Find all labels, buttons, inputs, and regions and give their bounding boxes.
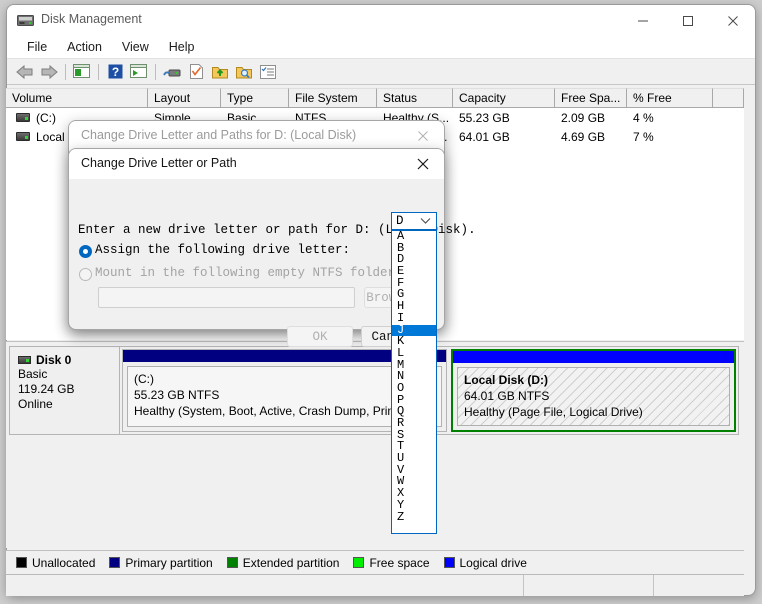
legend-swatch [226,557,238,568]
assign-drive-letter-label: Assign the following drive letter: [95,243,351,257]
menu-view[interactable]: View [112,39,159,56]
rescan-disks-icon[interactable] [160,61,184,83]
folder-search-icon[interactable] [232,61,256,83]
disk-map-pane: Disk 0 Basic 119.24 GB Online (C:) 55.23… [6,341,744,548]
screen-root: Disk Management File Action View Help ? … [0,0,762,604]
column-header-blank[interactable] [713,88,744,107]
dialog-title: Change Drive Letter or Path [81,156,237,170]
forward-arrow-icon[interactable] [37,61,61,83]
status-pane-2 [524,575,654,596]
window-titlebar: Disk Management [7,5,755,37]
legend-item-primary-partition: Primary partition [109,555,213,570]
minimize-button[interactable] [620,5,665,37]
folder-upload-icon[interactable] [208,61,232,83]
status-pane-3 [654,575,744,596]
drive-letter-value: D [396,214,404,228]
disk-management-icon [17,13,34,28]
help-icon[interactable]: ? [103,61,127,83]
disk-type: Basic [18,367,48,381]
legend-swatch [353,557,365,568]
close-button[interactable] [710,5,755,37]
disk-size: 119.24 GB [18,382,75,396]
partition-status: Healthy (Page File, Logical Drive) [464,405,643,419]
status-pane-1 [6,575,524,596]
disk-info-panel[interactable]: Disk 0 Basic 119.24 GB Online [9,346,119,435]
volume-icon [16,132,30,141]
show-hide-action-pane-icon[interactable] [127,61,151,83]
mount-ntfs-folder-label: Mount in the following empty NTFS folder… [95,266,403,280]
mount-path-input[interactable] [98,287,355,308]
partition-label: Local Disk (D:) [464,373,549,387]
legend-item-unallocated: Unallocated [16,556,95,570]
dialog-close-icon[interactable] [402,149,444,179]
disk-name: Disk 0 [36,353,72,367]
chevron-down-icon [420,215,431,229]
legend-item-logical-drive: Logical drive [443,555,527,570]
legend-swatch [109,557,121,568]
toolbar-separator [65,63,66,80]
menu-help[interactable]: Help [159,39,205,56]
cell-percent-free: 7 % [633,129,654,144]
legend-label: Logical drive [459,555,527,570]
disk-header: Disk 0 [18,353,119,367]
disk-icon [18,356,31,364]
menu-file[interactable]: File [17,39,57,56]
action-list-icon[interactable] [256,61,280,83]
mount-ntfs-folder-radio[interactable] [79,268,92,281]
window-title: Disk Management [41,12,142,26]
column-header-capacity[interactable]: Capacity [453,88,555,107]
legend-label: Free space [369,555,430,570]
legend-item-extended-partition: Extended partition [226,555,340,570]
drive-letter-combobox[interactable]: D [391,212,437,230]
drive-letter-option-z[interactable]: Z [392,511,436,524]
partition-d[interactable]: Local Disk (D:) 64.01 GB NTFS Healthy (P… [451,349,736,432]
show-hide-console-tree-icon[interactable] [70,61,94,83]
background-dialog-title: Change Drive Letter and Paths for D: (Lo… [81,128,357,142]
drive-letter-dropdown-list[interactable]: ABDEFGHIJKLMNOPQRSTUVWXYZ [391,230,437,534]
assign-drive-letter-radio[interactable] [79,245,92,258]
column-header-volume[interactable]: Volume [6,88,148,107]
toolbar-separator [155,63,156,80]
toolbar-separator [98,63,99,80]
legend-swatch [16,557,27,568]
legend-label: Extended partition [242,555,340,570]
column-header-percent-free[interactable]: % Free [627,88,713,107]
properties-check-icon[interactable] [184,61,208,83]
cell-free-space: 2.09 GB [561,110,606,125]
partition-body: Local Disk (D:) 64.01 GB NTFS Healthy (P… [457,367,730,426]
maximize-button[interactable] [665,5,710,37]
column-header-status[interactable]: Status [377,88,453,107]
disk-state: Online [18,397,53,411]
legend-label: Unallocated [32,555,96,570]
legend: Unallocated Primary partition Extended p… [6,550,744,574]
volume-list-header: Volume Layout Type File System Status Ca… [6,88,744,108]
volume-icon [16,113,30,122]
cell-free-space: 4.69 GB [561,129,606,144]
cell-percent-free: 4 % [633,110,654,125]
partition-size: 64.01 GB NTFS [464,389,550,403]
partition-capbar [453,351,734,363]
column-header-file-system[interactable]: File System [289,88,377,107]
change-drive-letter-or-path-dialog: Change Drive Letter or Path Enter a new … [68,148,476,347]
toolbar: ? [7,59,755,85]
cell-capacity: 64.01 GB [459,129,510,144]
dialog-ok-button[interactable]: OK [287,326,353,347]
legend-item-free-space: Free space [353,555,430,570]
column-header-type[interactable]: Type [221,88,289,107]
column-header-layout[interactable]: Layout [148,88,221,107]
menubar: File Action View Help [7,37,755,59]
menu-action[interactable]: Action [57,39,112,56]
window-controls [620,5,755,37]
back-arrow-icon[interactable] [13,61,37,83]
svg-text:?: ? [111,65,118,79]
legend-label: Primary partition [125,555,213,570]
disk-row-0: Disk 0 Basic 119.24 GB Online (C:) 55.23… [9,346,739,435]
background-dialog-close-icon[interactable] [402,121,444,151]
status-bar [6,574,744,596]
cell-capacity: 55.23 GB [459,110,510,125]
dialog-titlebar: Change Drive Letter or Path [69,149,444,179]
column-header-free-space[interactable]: Free Spa... [555,88,627,107]
background-dialog-titlebar: Change Drive Letter and Paths for D: (Lo… [69,121,444,151]
legend-swatch [443,557,455,568]
